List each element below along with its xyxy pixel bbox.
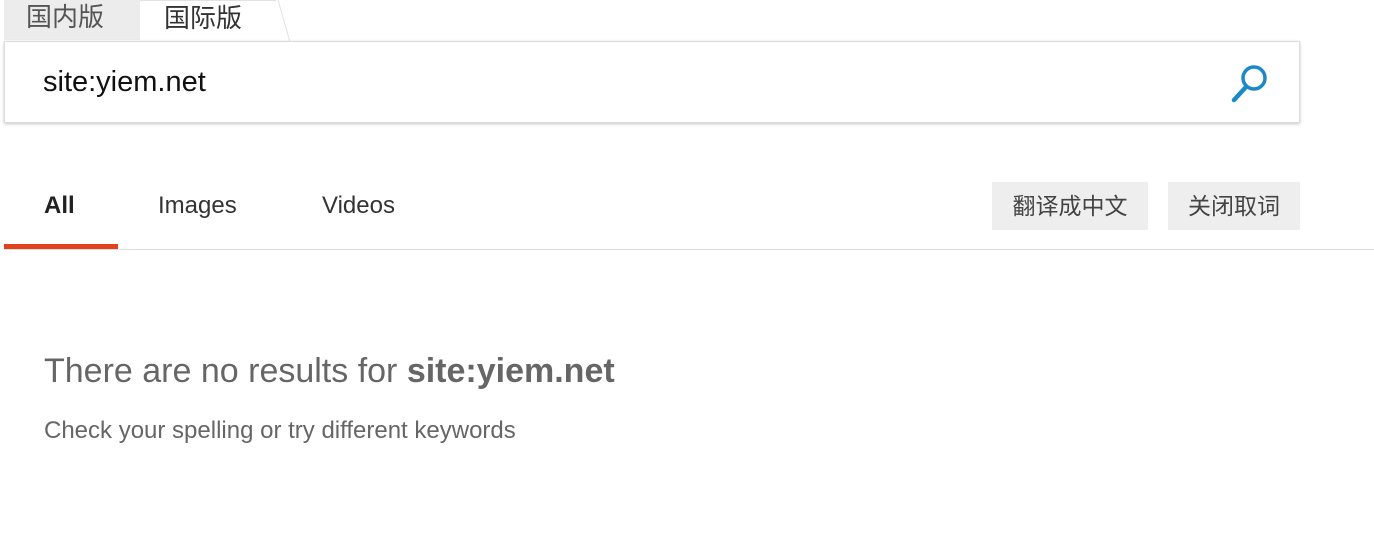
region-tabs: 国内版 国际版 (4, 0, 294, 42)
tab-international-label: 国际版 (164, 3, 243, 33)
search-box (4, 41, 1300, 123)
nav-divider (4, 249, 1374, 250)
tab-videos[interactable]: Videos (322, 192, 395, 220)
tab-domestic-label: 国内版 (26, 2, 105, 32)
search-icon (1231, 65, 1267, 103)
tab-international[interactable]: 国际版 (140, 0, 276, 40)
translate-button[interactable]: 翻译成中文 (992, 182, 1148, 230)
no-results-query: site:yiem.net (406, 352, 615, 390)
tab-images[interactable]: Images (158, 192, 237, 220)
close-word-lookup-button[interactable]: 关闭取词 (1168, 182, 1300, 230)
no-results-prefix: There are no results for (44, 352, 407, 390)
no-results-message: There are no results for site:yiem.net (44, 352, 615, 391)
tab-domestic[interactable]: 国内版 (4, 0, 140, 40)
search-page: 国内版 国际版 All Images Videos 翻译成中文 关闭取词 The… (0, 0, 1374, 542)
results-nav: All Images Videos 翻译成中文 关闭取词 (4, 180, 1374, 250)
tab-all[interactable]: All (44, 192, 75, 220)
spelling-hint: Check your spelling or try different key… (44, 417, 516, 444)
tab-corner-decoration (276, 0, 290, 42)
search-input[interactable] (43, 60, 1223, 104)
search-button[interactable] (1227, 60, 1273, 106)
